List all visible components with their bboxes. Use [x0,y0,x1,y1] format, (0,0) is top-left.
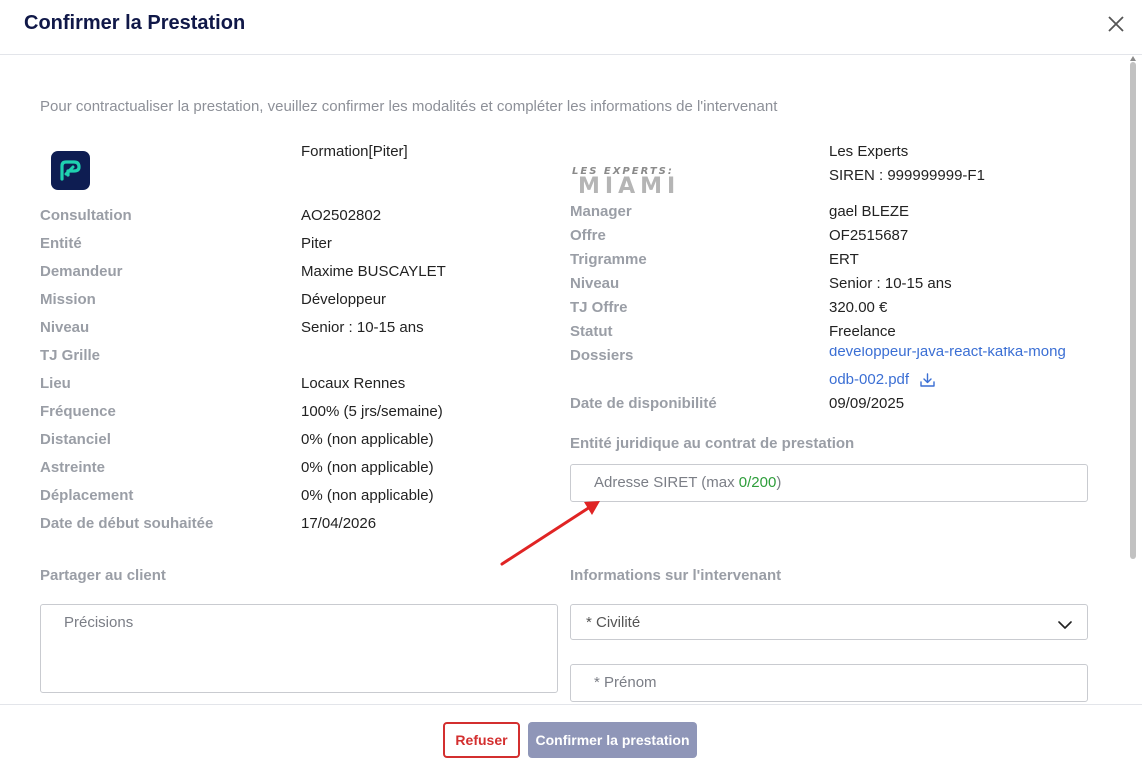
offre-value: OF2515687 [829,227,909,244]
niveau-label: Niveau [40,319,90,336]
consultation-value: AO2502802 [301,207,382,224]
entity-section-title: Entité juridique au contrat de prestatio… [570,435,855,452]
entite-label: Entité [40,235,82,252]
consultation-label: Consultation [40,207,132,224]
prenom-placeholder: * Prénom [594,674,657,691]
intervenant-section-title: Informations sur l'intervenant [570,567,782,584]
lieu-value: Locaux Rennes [301,375,406,392]
trigramme-label: Trigramme [570,251,647,268]
offre-label: Offre [570,227,606,244]
supplier-name: Les Experts [829,143,909,160]
download-icon[interactable] [919,372,936,388]
close-icon[interactable] [1104,12,1128,36]
tj-grille-label: TJ Grille [40,347,101,364]
mission-title: Formation[Piter] [301,143,408,160]
civilite-select[interactable]: * Civilité [570,604,1088,640]
deplacement-label: Déplacement [40,487,134,504]
share-section-title: Partager au client [40,567,166,584]
mission-value: Développeur [301,291,387,308]
prenom-input[interactable]: * Prénom [570,664,1088,702]
frequence-label: Fréquence [40,403,116,420]
frequence-value: 100% (5 jrs/semaine) [301,403,443,420]
manager-label: Manager [570,203,632,220]
confirm-button[interactable]: Confirmer la prestation [528,722,697,758]
statut-value: Freelance [829,323,896,340]
dialog-title: Confirmer la Prestation [24,12,246,34]
supplier-logo-main-text: MIAMI [578,174,681,199]
niveau-offre-label: Niveau [570,275,620,292]
demandeur-label: Demandeur [40,263,123,280]
astreinte-value: 0% (non applicable) [301,459,434,476]
supplier-logo: LES EXPERTS: MIAMI [570,166,692,200]
tj-offre-value: 320.00 € [829,299,888,316]
dialog-header: Confirmer la Prestation [0,0,1142,55]
supplier-siren: SIREN : 999999999-F1 [829,167,985,184]
entite-value: Piter [301,235,332,252]
dossier-link-clipped[interactable]: developpeur-java-react-kafka-mong [829,347,1089,361]
annotation-arrow-icon [498,499,602,567]
dossier-link[interactable]: odb-002.pdf [829,371,909,388]
demandeur-value: Maxime BUSCAYLET [301,263,446,280]
date-dispo-label: Date de disponibilité [570,395,717,412]
date-debut-value: 17/04/2026 [301,515,377,532]
civilite-placeholder: * Civilité [586,614,641,631]
manager-value: gael BLEZE [829,203,910,220]
tj-offre-label: TJ Offre [570,299,628,316]
mission-label: Mission [40,291,96,308]
niveau-value: Senior : 10-15 ans [301,319,424,336]
astreinte-label: Astreinte [40,459,106,476]
dossiers-label: Dossiers [570,347,634,364]
deplacement-value: 0% (non applicable) [301,487,434,504]
distanciel-value: 0% (non applicable) [301,431,434,448]
chevron-down-icon[interactable] [1058,617,1072,629]
precisions-textarea[interactable]: Précisions [40,604,558,693]
distanciel-label: Distanciel [40,431,111,448]
niveau-offre-value: Senior : 10-15 ans [829,275,952,292]
statut-label: Statut [570,323,613,340]
scrollbar-thumb[interactable] [1130,62,1136,559]
client-logo [51,151,90,190]
siret-counter: 0/200 [738,474,777,491]
siret-placeholder: Adresse SIRET (max 0/200) [594,474,782,491]
intro-text: Pour contractualiser la prestation, veui… [40,98,778,115]
refuse-button[interactable]: Refuser [443,722,520,758]
scroll-up-arrow-icon[interactable] [1130,56,1136,61]
date-debut-label: Date de début souhaitée [40,515,214,532]
siret-input[interactable]: Adresse SIRET (max 0/200) [570,464,1088,502]
trigramme-value: ERT [829,251,859,268]
lieu-label: Lieu [40,375,71,392]
precisions-placeholder: Précisions [64,614,134,631]
date-dispo-value: 09/09/2025 [829,395,905,412]
